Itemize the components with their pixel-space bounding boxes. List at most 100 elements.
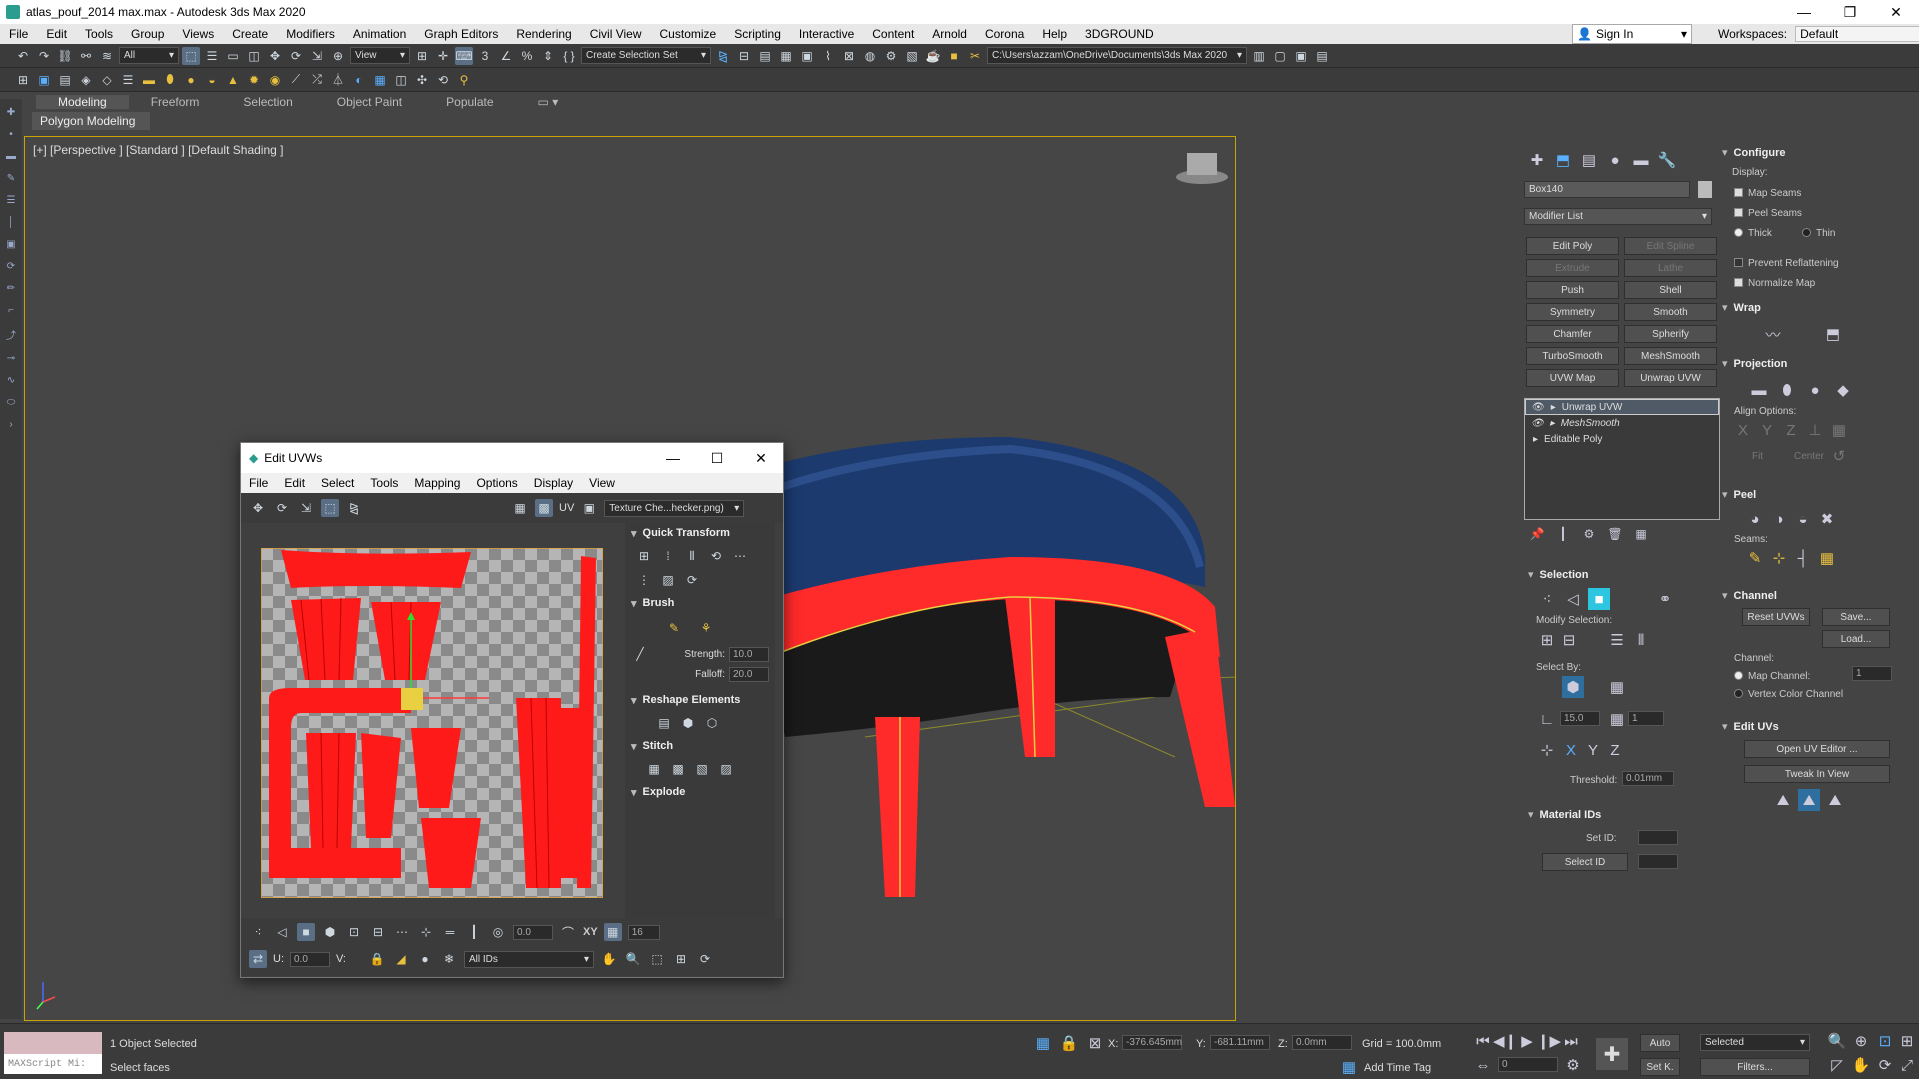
motion-tab-icon[interactable]: ● [1604,149,1626,171]
next-frame-icon[interactable]: ❙▶ [1537,1030,1561,1052]
channel-rollout[interactable]: Channel [1722,589,1777,602]
uv-menu-file[interactable]: File [241,476,276,490]
modifier-button-edit-spline[interactable]: Edit Spline [1624,237,1717,255]
modifier-button-symmetry[interactable]: Symmetry [1526,303,1619,321]
relax-until-flat-icon[interactable]: ⬢ [679,714,697,732]
sphere-primitive-icon[interactable]: ● [182,71,200,89]
menu-arnold[interactable]: Arnold [923,27,976,41]
modifier-button-turbosmooth[interactable]: TurboSmooth [1526,347,1619,365]
spinner-snap-icon[interactable]: ⇕ [539,47,557,65]
snaps-toggle-icon[interactable]: 3 [476,47,494,65]
toggle-ribbon-icon[interactable]: ▣ [798,47,816,65]
render-production-icon[interactable]: ☕ [924,47,942,65]
shrink-icon[interactable]: ⊟ [1558,629,1580,651]
edit-uvws-window[interactable]: ◆ Edit UVWs — ☐ ✕ File Edit Select Tools… [240,442,784,978]
uv-maximize-button[interactable]: ☐ [695,450,739,467]
cylinder-primitive-icon[interactable]: ⬮ [161,71,179,89]
reset-projection-icon[interactable]: ↺ [1828,445,1850,467]
pan-icon[interactable]: ✋ [600,950,618,968]
planar-angle-spinner[interactable]: 15.0 [1560,711,1600,726]
absolute-transform-icon[interactable]: ⊠ [1084,1032,1106,1054]
current-frame-field[interactable]: 0 [1498,1057,1558,1072]
paint-move-icon[interactable]: ✎ [665,619,683,637]
z-coordinate-field[interactable]: 0.0mm [1292,1035,1352,1050]
axis-y-icon[interactable]: Y [1582,739,1604,761]
soft-selection-falloff[interactable]: 0.0 [513,924,553,940]
path-icon[interactable]: ⤴ [6,327,16,342]
modifier-button-unwrap-uvw[interactable]: Unwrap UVW [1624,369,1717,387]
display-tab-icon[interactable]: ▬ [1630,149,1652,171]
uv-freeform-icon[interactable]: ⬚ [321,499,339,517]
menu-civil-view[interactable]: Civil View [581,27,651,41]
select-element-icon[interactable]: ⚭ [1654,588,1676,610]
set-key-button[interactable]: Set K. [1640,1058,1680,1076]
ring-icon[interactable]: ⊹ [417,923,435,941]
align-icon[interactable]: ⊟ [735,47,753,65]
configure-modifier-sets-icon[interactable]: ▦ [1630,523,1652,545]
maxscript-mini-listener[interactable]: MAXScript Mi: [4,1054,102,1074]
pelt-map-icon[interactable]: ◒ [1792,508,1814,530]
menu-3dground[interactable]: 3DGROUND [1076,27,1163,41]
cylindrical-map-icon[interactable]: ⬮ [1776,379,1798,401]
zoom-all-icon[interactable]: ⊕ [1850,1030,1872,1052]
utilities-tab-icon[interactable]: 🔧 [1656,149,1678,171]
xy-toggle[interactable]: XY [583,926,598,938]
taper-modifier-icon[interactable]: ⏃ [329,71,347,89]
uv-menu-view[interactable]: View [581,476,623,490]
object-name-field[interactable]: Box140 [1524,181,1690,198]
select-by-name-icon[interactable]: ☰ [203,47,221,65]
rendered-frame-window-icon[interactable]: ▧ [903,47,921,65]
reference-coordinate-dropdown[interactable]: View ▾ [350,47,410,64]
named-selection-set-dropdown[interactable]: Create Selection Set ▾ [581,47,711,64]
select-by-planar-icon[interactable]: ▦ [1606,676,1628,698]
menu-views[interactable]: Views [173,27,223,41]
rectangular-selection-icon[interactable]: ▭ [224,47,242,65]
straighten-icon[interactable]: ▨ [659,571,677,589]
ribbon-tab-freeform[interactable]: Freeform [129,95,222,109]
pencil-icon[interactable]: ✏ [7,283,15,294]
loop-icon[interactable]: ⋯ [393,923,411,941]
edit-uv-mode-1-icon[interactable]: ⛰ [1772,789,1794,811]
axis-x-icon[interactable]: X [1560,739,1582,761]
select-id-spinner[interactable] [1638,854,1678,869]
pivot-icon[interactable]: ┃ [465,923,483,941]
grid-snap-icon[interactable]: ▦ [603,923,622,941]
uv-texture-icon[interactable]: ▣ [580,499,598,517]
twist-modifier-icon[interactable]: ⤮ [308,71,326,89]
thin-radio[interactable]: Thin [1802,227,1835,239]
polygon-select-icon[interactable]: ■ [1588,588,1610,610]
modifier-button-lathe[interactable]: Lathe [1624,259,1717,277]
uv-window-title-bar[interactable]: ◆ Edit UVWs — ☐ ✕ [241,443,783,473]
menu-content[interactable]: Content [863,27,923,41]
vertex-select-icon[interactable]: ⁖ [1536,588,1558,610]
edit-seams-icon[interactable]: ✎ [1744,547,1766,569]
reset-uvws-button[interactable]: Reset UVWs [1742,608,1810,626]
bend-modifier-icon[interactable]: ⟋ [287,71,305,89]
brush-line-icon[interactable]: ╱ [631,645,649,663]
schematic-view-icon[interactable]: ⊠ [840,47,858,65]
uv-texture-dropdown[interactable]: Texture Che...hecker.png) ▾ [604,499,745,517]
scene-states-icon[interactable]: ▣ [35,71,53,89]
select-by-smoothing-icon[interactable]: ▦ [1606,708,1628,730]
edge-sel-to-seams-icon[interactable]: ┤ [1792,547,1814,569]
uv-minimize-button[interactable]: — [651,450,695,467]
object-color-swatch[interactable] [1698,181,1712,198]
vertex-mode-icon[interactable]: ⁖ [249,923,267,941]
selection-rollout[interactable]: Selection [1528,568,1589,581]
uv-menu-select[interactable]: Select [313,476,362,490]
go-to-end-icon[interactable]: ⏭ [1560,1030,1582,1052]
stitch-to-source-icon[interactable]: ▩ [669,760,687,778]
omni-light-icon[interactable]: ◉ [266,71,284,89]
align-to-edge-icon[interactable]: ⋯ [731,547,749,565]
relax-brush-icon[interactable]: ⚘ [697,619,715,637]
u-spinner[interactable]: 0.0 [290,951,330,967]
threshold-spinner[interactable]: 0.01mm [1622,771,1674,786]
ribbon-options-icon[interactable]: ▭ ▾ [516,95,581,109]
filter-icon[interactable]: ◢ [392,950,410,968]
selection-lock-icon[interactable]: 🔒 [1058,1032,1080,1054]
zoom-extents-icon[interactable]: ⊞ [672,950,690,968]
maximize-button[interactable]: ❐ [1827,4,1873,21]
select-overlap-icon[interactable]: ⊹ [1536,739,1558,761]
menu-file[interactable]: File [0,27,37,41]
shrink-selection-icon[interactable]: ⊟ [369,923,387,941]
